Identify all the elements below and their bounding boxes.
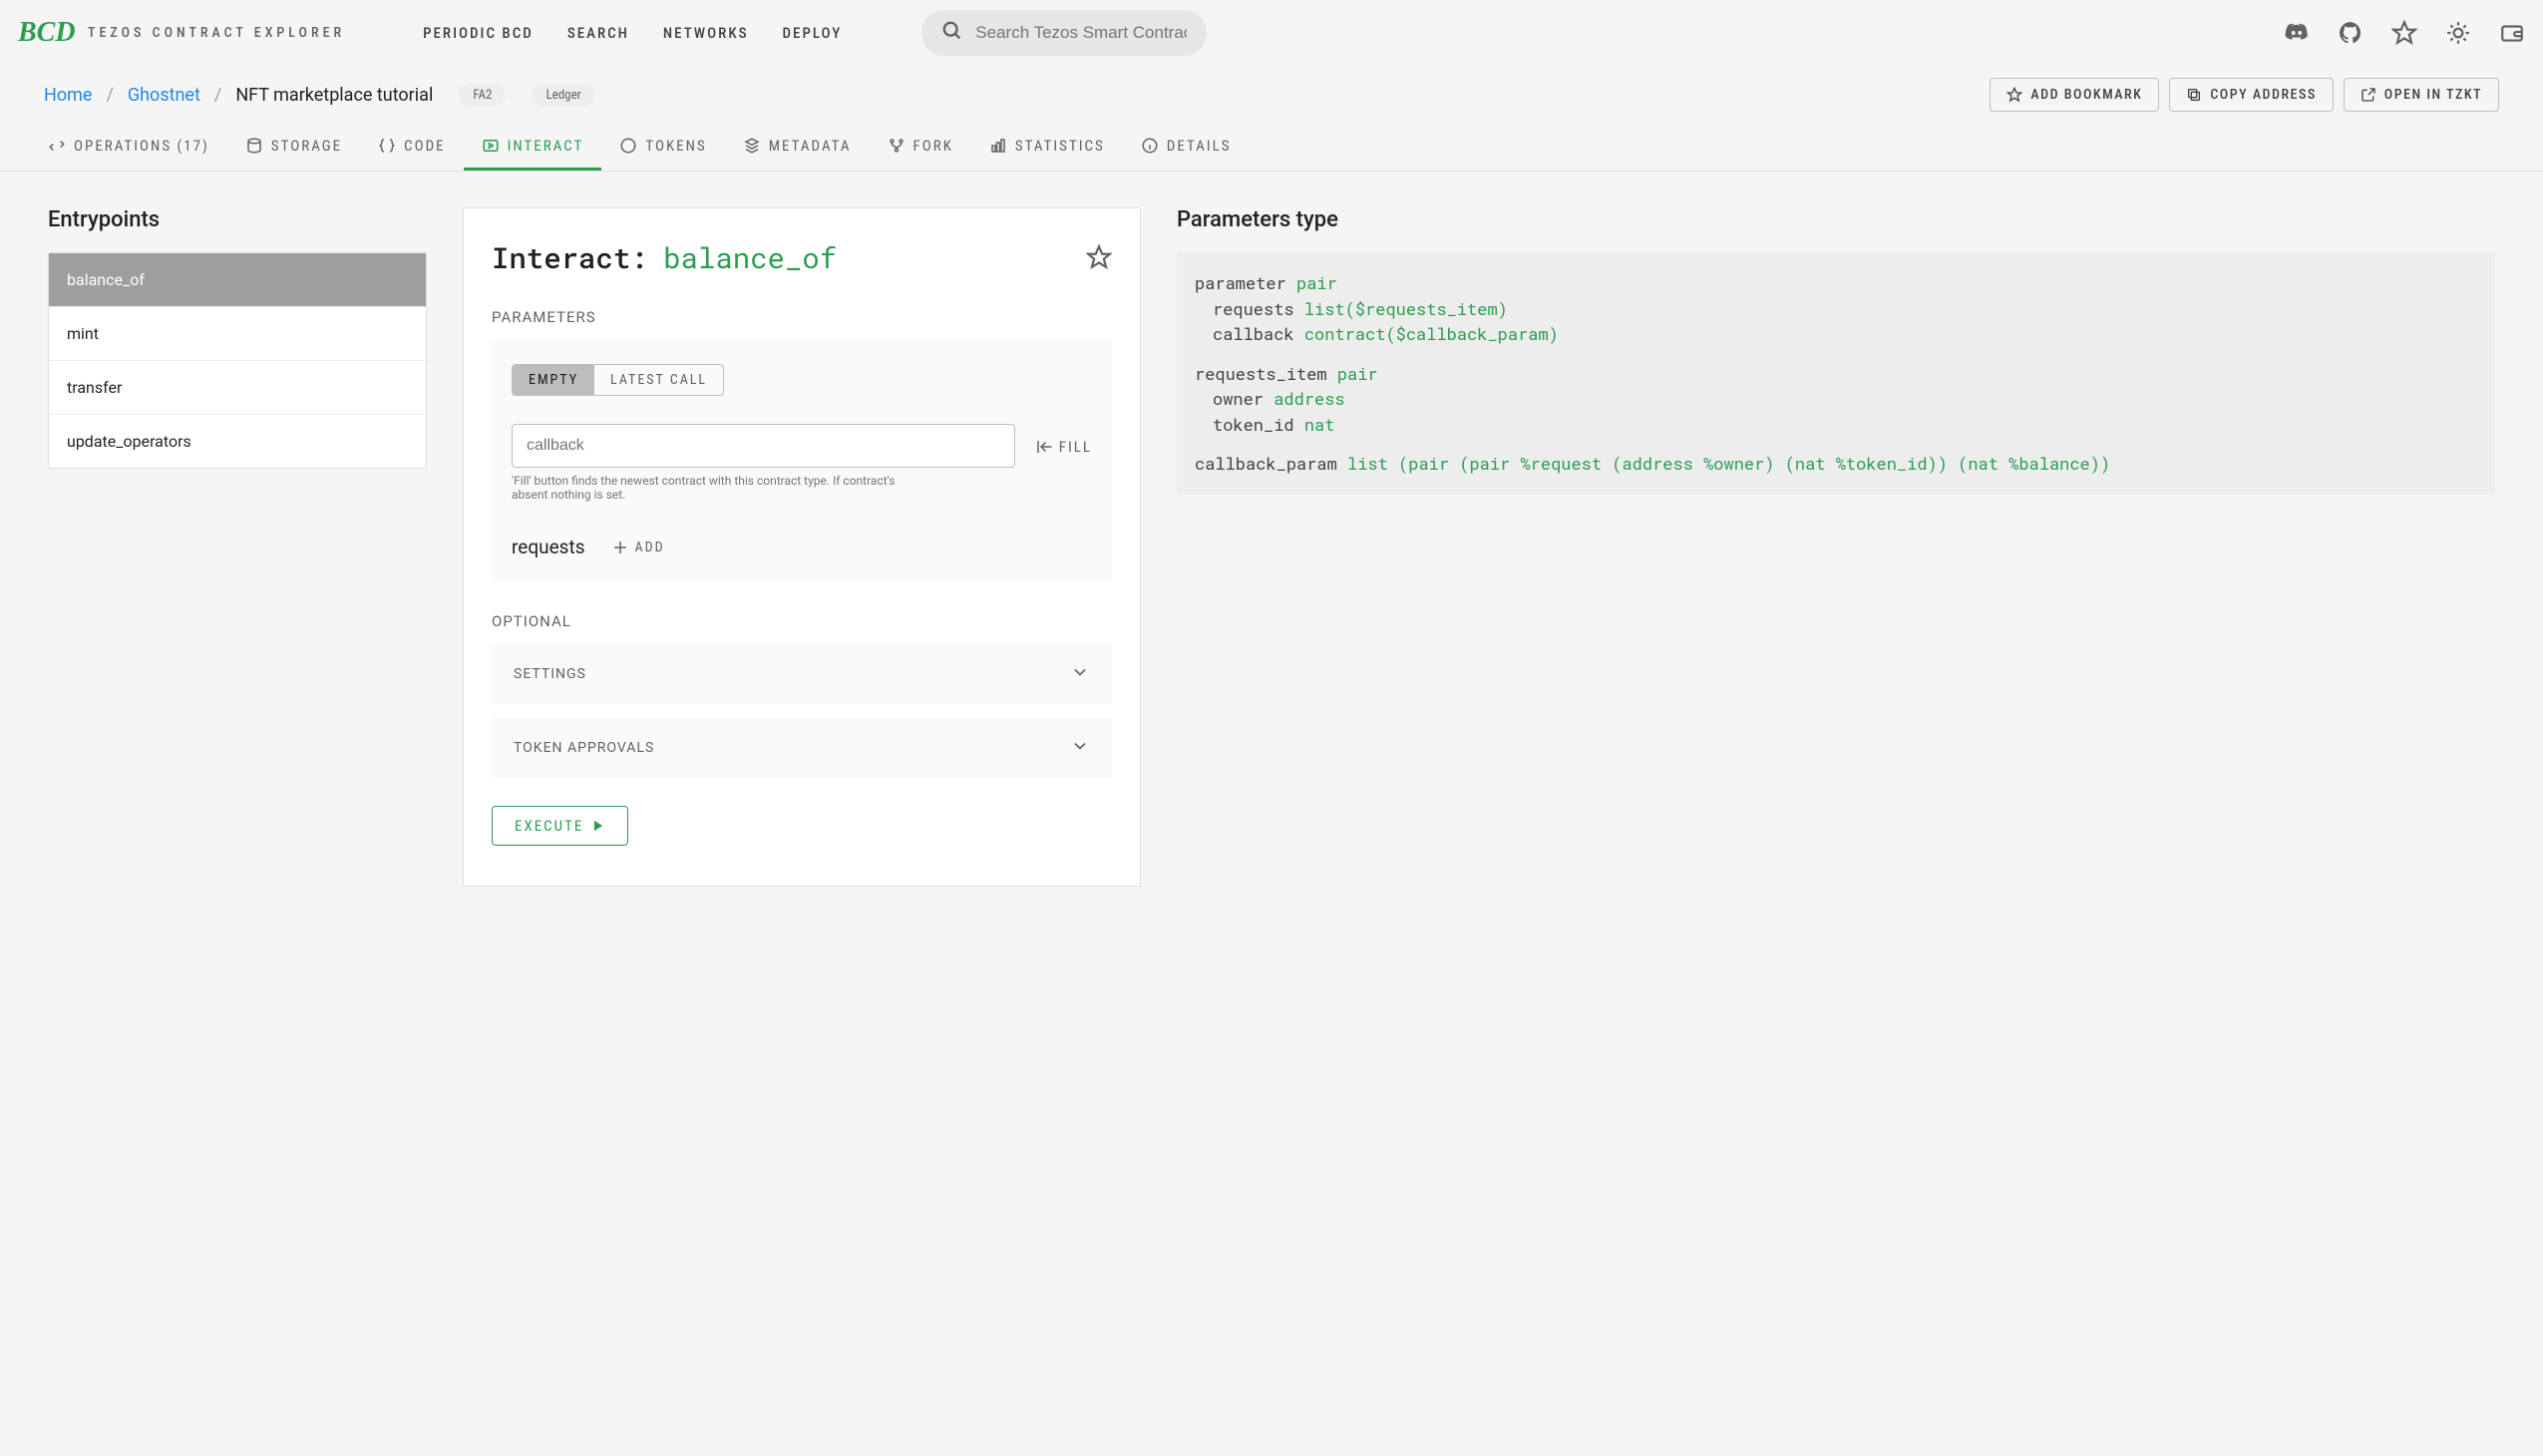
github-icon[interactable]: [2338, 20, 2363, 46]
interact-prefix: Interact:: [492, 238, 648, 276]
breadcrumb-bar: Home / Ghostnet / NFT marketplace tutori…: [0, 66, 2543, 124]
params-type-panel: Parameters type parameter pair requests …: [1177, 207, 2495, 887]
callback-input[interactable]: [527, 437, 1000, 455]
chip-fa2: FA2: [459, 84, 506, 107]
tab-metadata[interactable]: METADATA: [725, 124, 870, 171]
breadcrumb-home[interactable]: Home: [44, 85, 92, 106]
top-nav: BCD TEZOS CONTRACT EXPLORER PERIODIC BCD…: [0, 0, 2543, 66]
callback-field[interactable]: [512, 424, 1015, 468]
top-nav-links: PERIODIC BCD SEARCH NETWORKS DEPLOY: [409, 16, 856, 50]
breadcrumb-sep: /: [214, 85, 221, 106]
execute-label: EXECUTE: [515, 817, 583, 835]
brand[interactable]: BCD TEZOS CONTRACT EXPLORER: [18, 13, 345, 53]
tab-strip: OPERATIONS (17) STORAGE CODE INTERACT TO…: [0, 124, 2543, 172]
open-tzkt-label: OPEN IN TZKT: [2384, 87, 2482, 103]
svg-text:BCD: BCD: [18, 17, 76, 48]
tab-operations[interactable]: OPERATIONS (17): [30, 124, 227, 171]
discord-icon[interactable]: [2284, 20, 2310, 46]
theme-icon[interactable]: [2445, 20, 2471, 46]
requests-row: requests ADD: [512, 536, 1092, 558]
expander-token-approvals[interactable]: TOKEN APPROVALS: [492, 718, 1112, 778]
tab-fork[interactable]: FORK: [870, 124, 971, 171]
tab-storage[interactable]: STORAGE: [227, 124, 360, 171]
tab-code[interactable]: CODE: [360, 124, 464, 171]
breadcrumb-sep: /: [106, 85, 113, 106]
toggle-empty[interactable]: EMPTY: [513, 365, 594, 395]
tab-tokens[interactable]: TOKENS: [601, 124, 724, 171]
entrypoint-mint[interactable]: mint: [49, 307, 426, 361]
search-box[interactable]: [921, 10, 1207, 56]
toggle-latest[interactable]: LATEST CALL: [594, 365, 723, 395]
expander-settings[interactable]: SETTINGS: [492, 644, 1112, 704]
params-type-title: Parameters type: [1177, 207, 2495, 232]
add-label: ADD: [635, 540, 665, 555]
interact-header: Interact: balance_of: [492, 238, 1112, 276]
settings-label: SETTINGS: [514, 666, 586, 682]
nav-networks[interactable]: NETWORKS: [649, 16, 763, 50]
search-input[interactable]: [975, 23, 1187, 43]
tab-interact[interactable]: INTERACT: [464, 124, 602, 171]
entrypoints-panel: Entrypoints balance_of mint transfer upd…: [48, 207, 427, 887]
nav-deploy[interactable]: DEPLOY: [769, 16, 857, 50]
wallet-icon[interactable]: [2499, 20, 2525, 46]
star-outline-icon[interactable]: [1086, 244, 1112, 270]
entrypoint-balance-of[interactable]: balance_of: [49, 253, 426, 307]
fill-hint: 'Fill' button finds the newest contract …: [512, 474, 930, 502]
callback-row: FILL: [512, 424, 1092, 468]
fill-label: FILL: [1059, 438, 1092, 456]
params-type-code: parameter pair requests list($requests_i…: [1177, 252, 2495, 495]
add-bookmark-label: ADD BOOKMARK: [2030, 87, 2142, 103]
execute-button[interactable]: EXECUTE: [492, 806, 628, 846]
entrypoint-transfer[interactable]: transfer: [49, 361, 426, 415]
breadcrumb-network[interactable]: Ghostnet: [128, 85, 200, 106]
parameters-block: EMPTY LATEST CALL FILL 'Fill' button fin…: [492, 340, 1112, 582]
brand-text: TEZOS CONTRACT EXPLORER: [88, 25, 345, 41]
chevron-down-icon: [1070, 662, 1090, 686]
tab-details[interactable]: DETAILS: [1123, 124, 1250, 171]
add-request-button[interactable]: ADD: [611, 539, 665, 556]
star-icon[interactable]: [2391, 20, 2417, 46]
breadcrumb: Home / Ghostnet / NFT marketplace tutori…: [44, 84, 595, 107]
entrypoint-update-operators[interactable]: update_operators: [49, 415, 426, 468]
parameters-label: PARAMETERS: [492, 308, 1112, 326]
search-icon: [941, 20, 963, 46]
action-buttons: ADD BOOKMARK COPY ADDRESS OPEN IN TZKT: [1990, 78, 2499, 112]
top-nav-icons: [2284, 20, 2525, 46]
logo-icon: BCD: [18, 13, 78, 53]
params-toggle: EMPTY LATEST CALL: [512, 364, 724, 396]
nav-search[interactable]: SEARCH: [553, 16, 643, 50]
add-bookmark-button[interactable]: ADD BOOKMARK: [1990, 78, 2159, 112]
body: Entrypoints balance_of mint transfer upd…: [0, 172, 2543, 922]
interact-card: Interact: balance_of PARAMETERS EMPTY LA…: [463, 207, 1141, 887]
nav-periodic[interactable]: PERIODIC BCD: [409, 16, 547, 50]
breadcrumb-current: NFT marketplace tutorial: [235, 85, 433, 106]
requests-label: requests: [512, 536, 585, 558]
copy-address-button[interactable]: COPY ADDRESS: [2169, 78, 2333, 112]
tab-statistics[interactable]: STATISTICS: [971, 124, 1123, 171]
optional-label: OPTIONAL: [492, 612, 1112, 630]
entrypoints-title: Entrypoints: [48, 207, 427, 232]
token-approvals-label: TOKEN APPROVALS: [514, 740, 654, 756]
fill-button[interactable]: FILL: [1035, 438, 1092, 468]
interact-name: balance_of: [663, 238, 837, 276]
copy-address-label: COPY ADDRESS: [2210, 87, 2316, 103]
chevron-down-icon: [1070, 736, 1090, 760]
chip-ledger: Ledger: [532, 84, 594, 107]
entrypoint-list: balance_of mint transfer update_operator…: [48, 252, 427, 469]
open-tzkt-button[interactable]: OPEN IN TZKT: [2344, 78, 2499, 112]
